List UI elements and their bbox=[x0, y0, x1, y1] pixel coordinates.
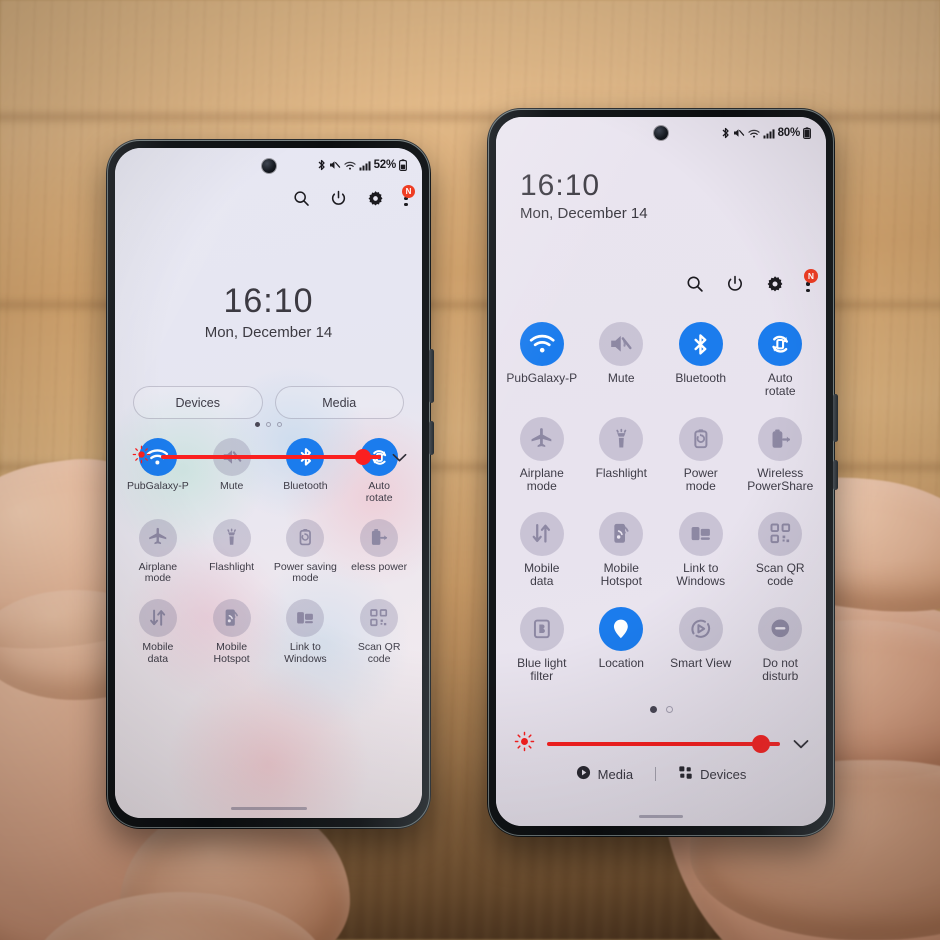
photo-scene: 52% N bbox=[0, 0, 940, 940]
photo-vignette bbox=[0, 0, 940, 940]
